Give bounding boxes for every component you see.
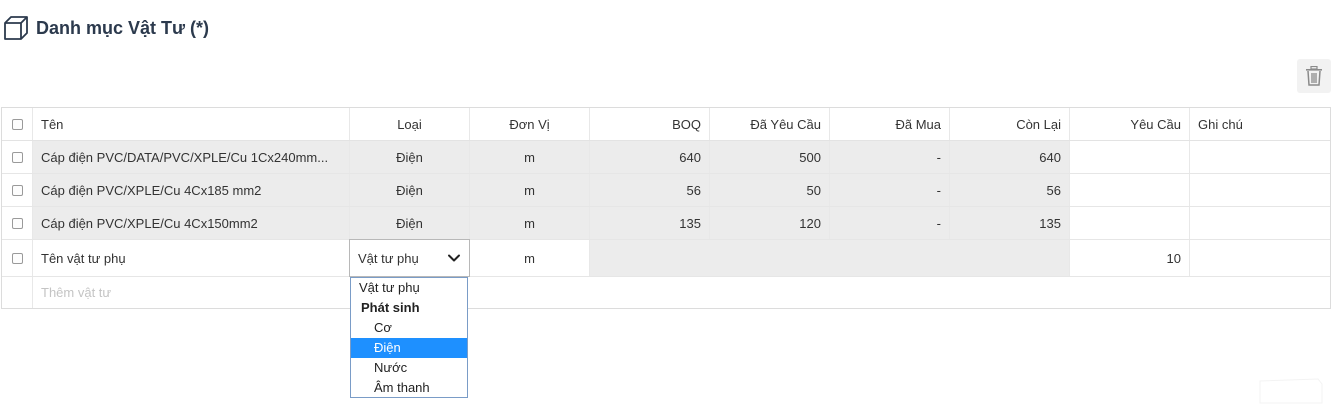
- row-checkbox[interactable]: [11, 252, 23, 264]
- row-checkbox[interactable]: [11, 184, 23, 196]
- unit-cell[interactable]: m: [470, 240, 590, 276]
- row-checkbox-cell: [2, 207, 33, 239]
- dropdown-option[interactable]: Vật tư phụ: [351, 278, 467, 298]
- row-checkbox-cell: [2, 174, 33, 206]
- unit-cell: m: [470, 207, 590, 239]
- purchased-cell: -: [830, 174, 950, 206]
- add-material-placeholder: Thêm vật tư: [41, 285, 112, 300]
- boq-cell: [590, 240, 710, 276]
- dropdown-option[interactable]: Cơ: [351, 318, 467, 338]
- note-input[interactable]: [1190, 240, 1330, 276]
- column-header[interactable]: Tên: [33, 108, 350, 140]
- remaining-cell: 640: [950, 141, 1070, 173]
- page-header: Danh mục Vật Tư (*): [0, 12, 209, 44]
- add-material-input[interactable]: Thêm vật tư: [33, 277, 1330, 308]
- purchased-cell: [830, 240, 950, 276]
- page-title: Danh mục Vật Tư (*): [36, 17, 210, 38]
- request-input-cell[interactable]: [1070, 141, 1190, 173]
- dropdown-group-label: Phát sinh: [361, 300, 420, 315]
- chevron-down-icon: [448, 254, 460, 262]
- table-row[interactable]: Cáp điện PVC/XPLE/Cu 4Cx185 mm2 Điện m 5…: [2, 174, 1330, 207]
- dropdown-option[interactable]: Âm thanh: [351, 378, 467, 398]
- table-row[interactable]: Cáp điện PVC/DATA/PVC/XPLE/Cu 1Cx240mm..…: [2, 141, 1330, 174]
- type-cell: Điện: [350, 174, 470, 206]
- table-row[interactable]: Cáp điện PVC/XPLE/Cu 4Cx150mm2 Điện m 13…: [2, 207, 1330, 240]
- boq-cell: 135: [590, 207, 710, 239]
- table-header: Tên Loại Đơn Vị BOQ Đã Yêu Cầu Đã Mua Cò…: [2, 108, 1330, 141]
- decorative-shape: [1259, 378, 1323, 404]
- name-text: Cáp điện PVC/XPLE/Cu 4Cx150mm2: [41, 215, 258, 231]
- type-dropdown-list: Vật tư phụ Phát sinh Cơ Điện Nước Âm tha…: [350, 277, 468, 398]
- name-input[interactable]: Tên vật tư phụ: [33, 240, 350, 276]
- row-checkbox[interactable]: [11, 217, 23, 229]
- note-input-cell[interactable]: [1190, 174, 1330, 206]
- note-input-cell[interactable]: [1190, 207, 1330, 239]
- purchased-cell: -: [830, 141, 950, 173]
- box-icon: [4, 16, 28, 40]
- name-cell: Cáp điện PVC/DATA/PVC/XPLE/Cu 1Cx240mm..…: [33, 141, 350, 173]
- request-input[interactable]: 10: [1070, 240, 1190, 276]
- requested-cell: 500: [710, 141, 830, 173]
- remaining-cell: 135: [950, 207, 1070, 239]
- name-text: Cáp điện PVC/DATA/PVC/XPLE/Cu 1Cx240mm..…: [41, 149, 329, 165]
- add-row-spacer: [2, 277, 33, 308]
- request-input-cell[interactable]: [1070, 207, 1190, 239]
- header-checkbox-cell: [2, 108, 33, 140]
- name-text: Cáp điện PVC/XPLE/Cu 4Cx185 mm2: [41, 182, 262, 198]
- column-header[interactable]: Đơn Vị: [470, 108, 590, 140]
- column-header[interactable]: Còn Lại: [950, 108, 1070, 140]
- boq-cell: 56: [590, 174, 710, 206]
- note-input-cell[interactable]: [1190, 141, 1330, 173]
- select-all-checkbox[interactable]: [11, 118, 23, 130]
- request-input-cell[interactable]: [1070, 174, 1190, 206]
- column-header[interactable]: Đã Yêu Cầu: [710, 108, 830, 140]
- name-cell: Cáp điện PVC/XPLE/Cu 4Cx150mm2: [33, 207, 350, 239]
- requested-cell: 120: [710, 207, 830, 239]
- column-header[interactable]: Ghi chú: [1190, 108, 1330, 140]
- remaining-cell: [950, 240, 1070, 276]
- boq-cell: 640: [590, 141, 710, 173]
- name-cell: Cáp điện PVC/XPLE/Cu 4Cx185 mm2: [33, 174, 350, 206]
- type-cell: Điện: [350, 207, 470, 239]
- edit-row[interactable]: Tên vật tư phụ m 10: [2, 240, 1330, 277]
- type-select-value: Vật tư phụ: [358, 250, 419, 266]
- trash-icon: [1306, 66, 1322, 86]
- type-cell: Điện: [350, 141, 470, 173]
- remaining-cell: 56: [950, 174, 1070, 206]
- row-checkbox[interactable]: [11, 151, 23, 163]
- column-header[interactable]: Yêu Cầu: [1070, 108, 1190, 140]
- requested-cell: [710, 240, 830, 276]
- column-header[interactable]: Đã Mua: [830, 108, 950, 140]
- dropdown-option-highlighted[interactable]: Điện: [351, 338, 467, 358]
- column-header[interactable]: Loại: [350, 108, 470, 140]
- dropdown-option[interactable]: Nước: [351, 358, 467, 378]
- type-select[interactable]: Vật tư phụ: [349, 239, 470, 277]
- unit-cell: m: [470, 174, 590, 206]
- add-row[interactable]: Thêm vật tư: [2, 277, 1330, 308]
- row-checkbox-cell: [2, 141, 33, 173]
- column-header[interactable]: BOQ: [590, 108, 710, 140]
- materials-table: Tên Loại Đơn Vị BOQ Đã Yêu Cầu Đã Mua Cò…: [1, 107, 1331, 309]
- unit-cell: m: [470, 141, 590, 173]
- purchased-cell: -: [830, 207, 950, 239]
- row-checkbox-cell: [2, 240, 33, 276]
- delete-button[interactable]: [1297, 59, 1331, 93]
- requested-cell: 50: [710, 174, 830, 206]
